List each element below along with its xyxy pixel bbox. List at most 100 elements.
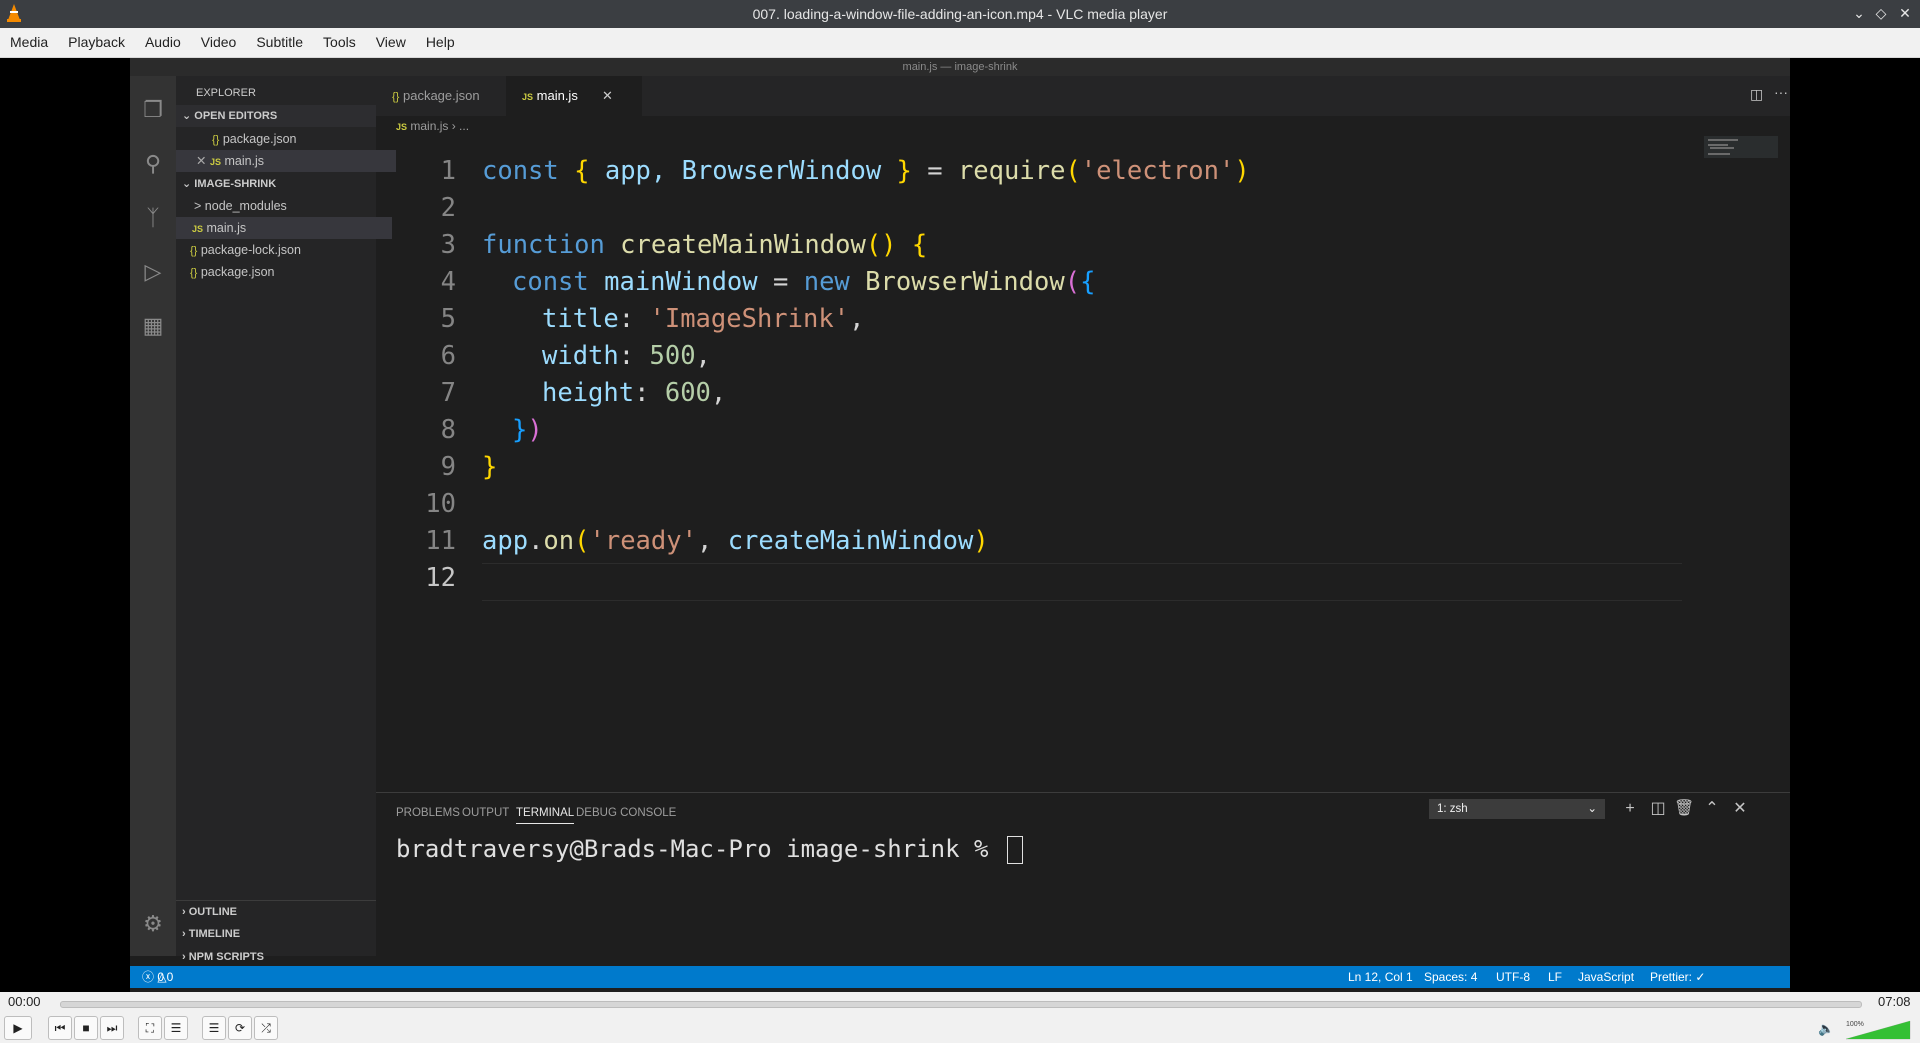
stop-button[interactable]: ■ <box>74 1016 98 1040</box>
open-editors-header: ⌄ OPEN EDITORS <box>176 105 382 127</box>
chevron-right-icon: > <box>194 199 202 213</box>
line-number: 10 <box>425 489 456 519</box>
timeline-section: › TIMELINE <box>182 928 241 940</box>
project-header: ⌄ IMAGE-SHRINK <box>182 178 277 190</box>
npm-scripts-section: › NPM SCRIPTS <box>182 951 264 963</box>
status-bar: ⓧ 0 △ 0 Ln 12, Col 1 Spaces: 4 UTF-8 LF … <box>130 966 1790 988</box>
tab-output: OUTPUT <box>462 807 510 819</box>
fullscreen-button[interactable]: ⛶ <box>138 1016 162 1040</box>
playlist-button[interactable]: ☰ <box>202 1016 226 1040</box>
line-ending: LF <box>1548 970 1563 984</box>
menu-view[interactable]: View <box>366 28 416 57</box>
terminal-prompt: bradtraversy@Brads-Mac-Pro image-shrink … <box>396 835 1023 864</box>
minimize-icon[interactable]: ⌄ <box>1850 4 1868 22</box>
open-editor-item-active: ✕ JS main.js <box>176 150 396 172</box>
close-icon: ✕ <box>602 88 613 103</box>
search-icon: ⚲ <box>144 151 162 176</box>
tab-terminal: TERMINAL <box>516 807 575 824</box>
js-file-icon: JS <box>396 122 408 132</box>
line-number: 6 <box>440 341 456 371</box>
line-number: 7 <box>440 378 456 408</box>
more-actions-icon: ··· <box>1774 84 1788 100</box>
maximize-icon[interactable]: ◇ <box>1872 4 1890 22</box>
terminal-cursor <box>1006 836 1023 864</box>
tab-debug-console: DEBUG CONSOLE <box>576 807 677 819</box>
code-line: width: 500, <box>542 341 711 371</box>
explorer-title: EXPLORER <box>196 87 256 99</box>
current-line-highlight <box>482 563 1682 601</box>
previous-button[interactable]: ⏮ <box>48 1016 72 1040</box>
file-tree-item-active: JS main.js <box>176 217 392 239</box>
tab-problems: PROBLEMS <box>396 807 460 819</box>
tab-package-json: {} package.json <box>392 88 480 103</box>
gear-icon: ⚙ <box>143 911 163 936</box>
activity-bar: ❐ ⚲ ᛉ ▷ ▦ ⚙ <box>130 76 176 956</box>
line-number: 2 <box>440 193 456 223</box>
language-mode: JavaScript <box>1578 970 1635 984</box>
file-tree-item: {} package-lock.json <box>190 243 301 257</box>
terminal-select: 1: zsh ⌄ <box>1429 799 1605 819</box>
line-number: 4 <box>440 267 456 297</box>
line-number: 11 <box>425 526 456 556</box>
time-total: 07:08 <box>1878 994 1911 1009</box>
menu-audio[interactable]: Audio <box>135 28 191 57</box>
menu-bar: Media Playback Audio Video Subtitle Tools View… <box>0 28 1920 58</box>
volume-slider[interactable]: 100% <box>1844 1018 1912 1040</box>
code-editor: 1 2 3 4 5 6 7 8 9 10 11 12 const { app, … <box>376 136 1790 796</box>
close-icon: ✕ <box>196 154 207 168</box>
code-line: app.on('ready', createMainWindow) <box>482 526 989 556</box>
editor-window-title: main.js — image-shrink <box>130 58 1790 76</box>
split-editor-icon: ◫ <box>1750 86 1764 102</box>
close-panel-icon: ✕ <box>1733 800 1747 817</box>
explorer-sidebar: EXPLORER ⌄ OPEN EDITORS {} package.json … <box>176 76 396 963</box>
menu-help[interactable]: Help <box>416 28 465 57</box>
code-line: }) <box>512 415 543 445</box>
line-number: 12 <box>425 563 456 593</box>
extended-settings-button[interactable]: ☰ <box>164 1016 188 1040</box>
code-line: } <box>482 452 498 482</box>
line-number: 8 <box>440 415 456 445</box>
seek-slider[interactable] <box>60 1001 1862 1008</box>
playback-controls: ▶ ⏮ ■ ⏭ ⛶ ☰ ☰ ⟳ ⤮ 🔈 100% <box>0 1012 1920 1043</box>
speaker-icon[interactable]: 🔈 <box>1818 1021 1834 1037</box>
menu-media[interactable]: Media <box>0 28 58 57</box>
files-icon: ❐ <box>143 97 163 122</box>
code-line: function createMainWindow() { <box>482 230 928 260</box>
trash-icon: 🗑 <box>1674 800 1695 817</box>
run-debug-icon: ▷ <box>144 259 162 284</box>
volume-label: 100% <box>1846 1021 1864 1028</box>
add-terminal-icon: + <box>1625 800 1635 817</box>
vlc-title-bar: 007. loading-a-window-file-adding-an-ico… <box>0 0 1920 28</box>
line-number: 1 <box>440 156 456 186</box>
code-line: title: 'ImageShrink', <box>542 304 865 334</box>
terminal-panel: PROBLEMS OUTPUT TERMINAL DEBUG CONSOLE 1… <box>376 792 1790 957</box>
next-button[interactable]: ⏭ <box>100 1016 124 1040</box>
indentation: Spaces: 4 <box>1424 970 1478 984</box>
extensions-icon: ▦ <box>142 313 164 338</box>
source-control-icon: ᛉ <box>146 205 160 230</box>
problems-status: ⓧ 0 △ 0 <box>142 970 174 984</box>
shuffle-button[interactable]: ⤮ <box>254 1016 278 1040</box>
split-terminal-icon: ◫ <box>1650 800 1666 817</box>
line-number: 9 <box>440 452 456 482</box>
code-line: const mainWindow = new BrowserWindow({ <box>512 267 1096 297</box>
breadcrumb: JS main.js › ... <box>376 116 1790 136</box>
time-elapsed: 00:00 <box>8 994 41 1009</box>
menu-video[interactable]: Video <box>191 28 247 57</box>
line-number: 3 <box>440 230 456 260</box>
file-tree-item: > node_modules <box>194 199 287 213</box>
menu-playback[interactable]: Playback <box>58 28 135 57</box>
play-button[interactable]: ▶ <box>4 1016 32 1040</box>
menu-subtitle[interactable]: Subtitle <box>246 28 313 57</box>
cursor-position: Ln 12, Col 1 <box>1348 970 1413 984</box>
line-number: 5 <box>440 304 456 334</box>
code-line: const { app, BrowserWindow } = require('… <box>482 156 1250 186</box>
menu-tools[interactable]: Tools <box>313 28 366 57</box>
window-title: 007. loading-a-window-file-adding-an-ico… <box>752 6 1168 22</box>
prettier-status: Prettier: ✓ <box>1650 970 1706 984</box>
minimap <box>1704 136 1778 158</box>
loop-button[interactable]: ⟳ <box>228 1016 252 1040</box>
chevron-down-icon: ⌄ <box>1587 803 1597 815</box>
close-icon[interactable]: ✕ <box>1896 4 1914 22</box>
tab-main-js: JS main.js ✕ <box>506 76 642 116</box>
